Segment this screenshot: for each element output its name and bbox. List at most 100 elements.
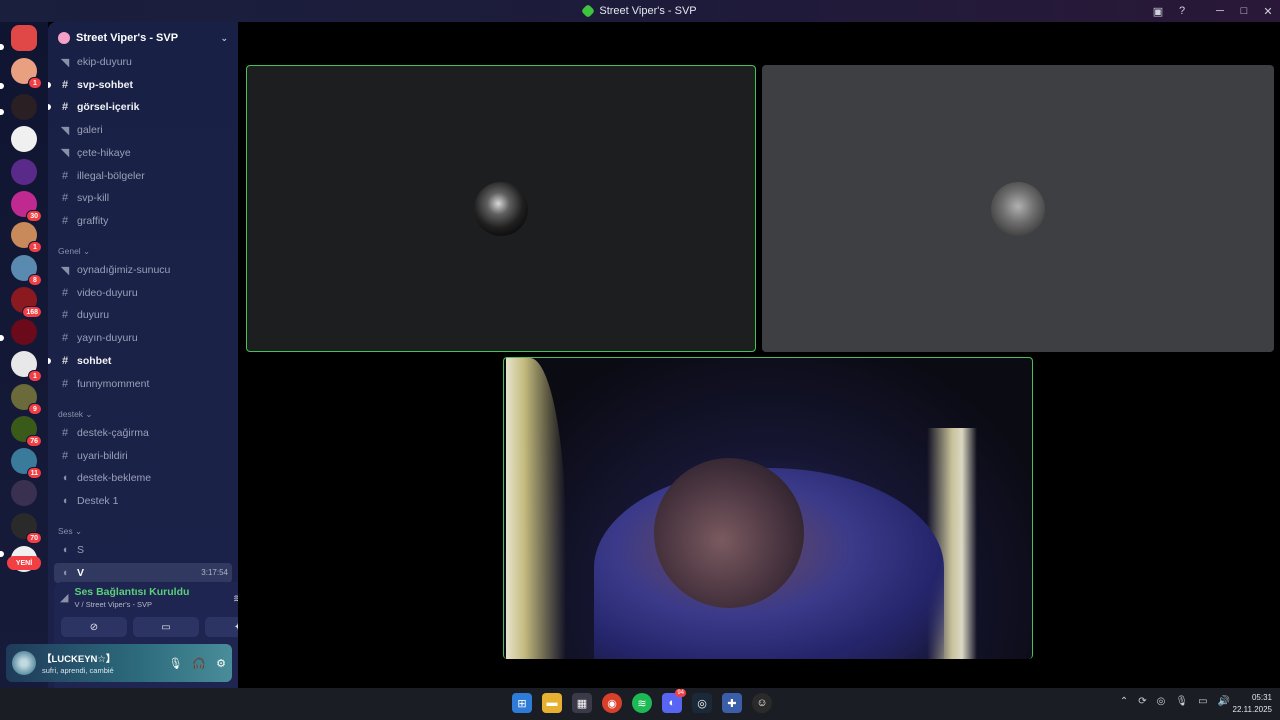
server-avatar-15[interactable]: 70 bbox=[11, 513, 42, 544]
channel-text[interactable]: # uyari-bildiri bbox=[54, 446, 232, 466]
channel-text[interactable]: # illegal-bölgeler bbox=[54, 166, 232, 186]
signal-icon[interactable]: ◢ bbox=[60, 591, 68, 604]
channel-category[interactable]: destek ⌄ bbox=[58, 409, 93, 420]
clock[interactable]: 05:31 22.11.2025 bbox=[1233, 692, 1272, 716]
voice-connected-title[interactable]: Ses Bağlantısı Kuruldu bbox=[74, 586, 189, 598]
channel-name: svp-kill bbox=[77, 192, 110, 205]
chrome-icon[interactable]: ◉ bbox=[602, 693, 622, 713]
channel-name: illegal-bölgeler bbox=[77, 169, 145, 182]
hash-icon: # bbox=[61, 169, 69, 182]
microphone-icon[interactable]: 🎙 bbox=[168, 657, 182, 670]
game-app-icon[interactable]: ☺ bbox=[752, 693, 772, 713]
server-icon bbox=[58, 32, 70, 44]
channel-text[interactable]: # sohbet bbox=[48, 351, 232, 371]
channel-text[interactable]: ◥ çete-hikaye bbox=[54, 143, 232, 163]
headphones-icon[interactable]: 🎧 bbox=[192, 657, 206, 670]
speaker-icon: ◖ bbox=[61, 544, 69, 556]
mention-badge: 30 bbox=[26, 210, 42, 222]
channel-text[interactable]: # görsel-içerik bbox=[48, 97, 232, 117]
server-avatar-10[interactable]: 1 bbox=[11, 351, 42, 382]
close-icon[interactable]: ✕ bbox=[1256, 0, 1280, 22]
channel-voice[interactable]: ◖ destek-bekleme bbox=[54, 468, 232, 488]
channel-voice[interactable]: ◖ V 3:17:54 bbox=[54, 562, 232, 583]
server-avatar-12[interactable]: 76 bbox=[11, 416, 42, 447]
server-avatar-4[interactable] bbox=[11, 159, 37, 185]
discord-icon[interactable]: ◐ 94 bbox=[662, 689, 686, 713]
new-badge[interactable]: YENİ bbox=[7, 556, 41, 570]
voice-channel-path[interactable]: V / Street Viper's - SVP bbox=[74, 600, 189, 609]
participant-tile[interactable] bbox=[762, 65, 1274, 352]
channel-text[interactable]: # yayın-duyuru bbox=[54, 328, 232, 348]
channel-text[interactable]: # svp-sohbet bbox=[48, 75, 232, 95]
hash-icon: # bbox=[61, 354, 69, 367]
windows-start-icon[interactable]: ⊞ bbox=[512, 693, 532, 713]
unread-indicator bbox=[0, 83, 4, 89]
server-avatar-11[interactable]: 9 bbox=[11, 384, 42, 415]
username[interactable]: 【LUCKEYN☆】 bbox=[42, 651, 115, 665]
channel-text[interactable]: # graffity bbox=[54, 211, 232, 231]
channel-voice[interactable]: ◖ S bbox=[54, 540, 232, 560]
server-avatar-1[interactable]: 1 bbox=[11, 58, 42, 89]
settings-gear-icon[interactable]: ⚙ bbox=[216, 657, 226, 670]
app-icon[interactable]: ✚ bbox=[722, 693, 742, 713]
server-avatar-9[interactable] bbox=[11, 319, 37, 345]
category-label: Genel bbox=[58, 246, 81, 256]
avatar bbox=[474, 181, 528, 236]
channel-text[interactable]: ◥ oynadığimiz-sunucu bbox=[54, 260, 232, 280]
server-avatar-14[interactable] bbox=[11, 480, 37, 506]
microphone-tray-icon[interactable]: 🎙 bbox=[1175, 696, 1188, 707]
server-avatar-3[interactable] bbox=[11, 126, 37, 152]
minimize-icon[interactable]: ─ bbox=[1208, 0, 1232, 22]
clock-date: 22.11.2025 bbox=[1232, 705, 1272, 714]
hash-icon: # bbox=[61, 78, 69, 91]
channel-category[interactable]: Ses ⌄ bbox=[58, 526, 82, 537]
avatar[interactable] bbox=[12, 651, 36, 675]
channel-voice[interactable]: ◖ Destek 1 bbox=[54, 491, 232, 511]
server-avatar-13[interactable]: 11 bbox=[11, 448, 42, 479]
server-avatar-2[interactable] bbox=[11, 94, 37, 120]
server-header[interactable]: Street Viper's - SVP ⌄ bbox=[48, 22, 238, 54]
channel-name: graffity bbox=[77, 214, 109, 227]
steam-icon[interactable]: ◎ bbox=[692, 693, 712, 713]
channel-text[interactable]: # destek-çağirma bbox=[54, 423, 232, 443]
channel-text[interactable]: ◥ ekip-duyuru bbox=[54, 52, 232, 72]
help-icon[interactable]: ? bbox=[1170, 0, 1194, 22]
unread-indicator bbox=[0, 551, 4, 557]
hash-icon: # bbox=[61, 377, 69, 390]
channel-name: çete-hikaye bbox=[77, 146, 131, 159]
chevron-up-icon[interactable]: ⌃ bbox=[1120, 696, 1128, 707]
channel-name: yayın-duyuru bbox=[77, 332, 138, 345]
mention-badge: 76 bbox=[26, 435, 42, 447]
mention-badge: 1 bbox=[28, 241, 42, 253]
server-avatar-8[interactable]: 168 bbox=[11, 287, 42, 318]
participant-tile-speaking[interactable] bbox=[246, 65, 756, 352]
discord-home[interactable] bbox=[11, 25, 37, 51]
channel-text[interactable]: # duyuru bbox=[54, 305, 232, 325]
server-avatar-7[interactable]: 8 bbox=[11, 255, 42, 286]
steam-tray-icon[interactable]: ◎ bbox=[1157, 696, 1166, 707]
file-explorer-icon[interactable]: ▬ bbox=[542, 693, 562, 713]
maximize-icon[interactable]: □ bbox=[1232, 0, 1256, 22]
sync-icon[interactable]: ⟳ bbox=[1138, 696, 1146, 707]
video-stream-tile[interactable] bbox=[503, 357, 1033, 659]
server-avatar-6[interactable]: 1 bbox=[11, 222, 42, 253]
spotify-icon[interactable]: ≋ bbox=[632, 693, 652, 713]
unread-indicator bbox=[0, 335, 4, 341]
avatar bbox=[991, 181, 1045, 236]
channel-text[interactable]: # video-duyuru bbox=[54, 283, 232, 303]
screen-share-button[interactable]: ▭ bbox=[133, 617, 199, 637]
store-icon[interactable]: ▦ bbox=[572, 693, 592, 713]
mention-badge: 70 bbox=[26, 532, 42, 544]
server-name: Street Viper's - SVP bbox=[76, 32, 179, 44]
volume-icon[interactable]: 🔊 bbox=[1218, 696, 1230, 707]
channel-name: Destek 1 bbox=[77, 495, 119, 508]
channel-text[interactable]: # funnymomment bbox=[54, 374, 232, 394]
channel-text[interactable]: # svp-kill bbox=[54, 188, 232, 208]
channel-text[interactable]: ◥ galeri bbox=[54, 120, 232, 140]
camera-off-button[interactable]: ⊘ bbox=[61, 617, 127, 637]
channel-name: görsel-içerik bbox=[77, 101, 140, 114]
channel-category[interactable]: Genel ⌄ bbox=[58, 246, 90, 257]
server-avatar-5[interactable]: 30 bbox=[11, 191, 42, 222]
cast-icon[interactable]: ▣ bbox=[1146, 0, 1170, 22]
network-icon[interactable]: ▭ bbox=[1198, 696, 1207, 707]
